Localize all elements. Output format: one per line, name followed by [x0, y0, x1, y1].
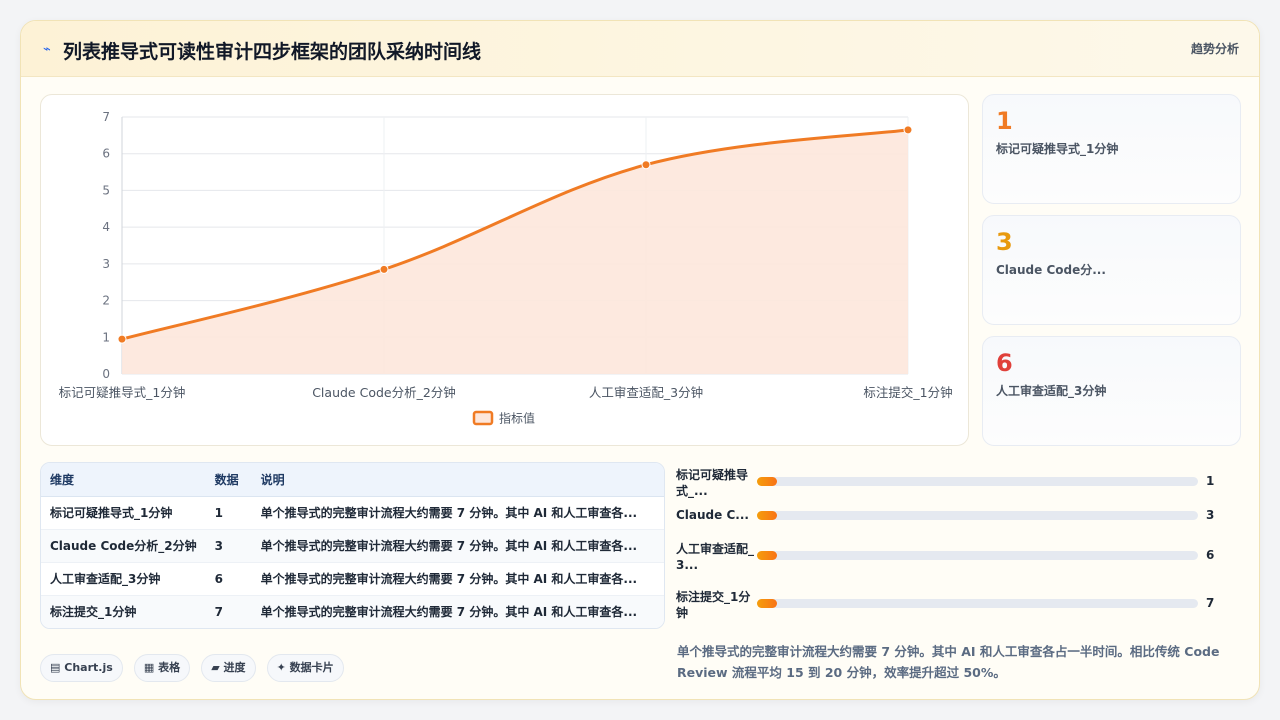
table-row: 标注提交_1分钟 7 单个推导式的完整审计流程大约需要 7 分钟。其中 AI 和…: [41, 595, 664, 628]
area-fill: [122, 129, 908, 374]
progress-label: 人工审查适配_3...: [676, 542, 755, 572]
y-tick-label: 2: [102, 294, 110, 308]
legend-swatch: [472, 410, 494, 426]
table-cell-dimension: 标注提交_1分钟: [41, 595, 206, 628]
stat-label: 标记可疑推导式_1分钟: [996, 142, 1119, 156]
chip-label: 数据卡片: [289, 661, 334, 674]
stat-value: 6: [996, 349, 1013, 377]
y-tick-label: 6: [102, 147, 110, 161]
y-tick-label: 3: [102, 257, 110, 271]
data-table: 维度 数据 说明 标记可疑推导式_1分钟 1 单个推导式的完整审计流程大约需要 …: [41, 463, 664, 628]
page-title: 列表推导式可读性审计四步框架的团队采纳时间线: [63, 41, 482, 63]
data-point: [379, 264, 389, 274]
analysis-tag: 趋势分析: [1190, 42, 1239, 56]
progress-fill: [757, 477, 777, 486]
x-tick-label: 标记可疑推导式_1分钟: [59, 385, 186, 400]
table-cell-dimension: Claude Code分析_2分钟: [41, 529, 206, 563]
chip-label: 表格: [158, 661, 181, 674]
progress-row: Claude C... 3: [676, 507, 1241, 543]
progress-value: 6: [1206, 548, 1215, 562]
header-bar: ⌁ 列表推导式可读性审计四步框架的团队采纳时间线 趋势分析: [21, 21, 1259, 77]
progress-fill: [757, 551, 777, 560]
legend-label: 指标值: [499, 411, 535, 426]
progress-value: 7: [1206, 596, 1215, 610]
data-point: [903, 125, 913, 135]
progress-label: 标注提交_1分钟: [676, 590, 751, 620]
x-tick-label: 标注提交_1分钟: [863, 385, 952, 400]
chip-list: ▤ Chart.js ▦ 表格 ▰ 进度 ✦ 数据卡片: [40, 654, 350, 682]
chart-card: 0 1 2 3 4 5 6 7 标记可疑推导式_1分钟 Claude Code分析_2分钟 人工审查…: [40, 94, 969, 446]
data-table-card: 维度 数据 说明 标记可疑推导式_1分钟 1 单个推导式的完整审计流程大约需要 …: [40, 462, 665, 629]
y-tick-label: 7: [102, 110, 110, 124]
table-header-row: 维度 数据 说明: [41, 463, 664, 497]
table-cell-dimension: 标记可疑推导式_1分钟: [41, 496, 206, 530]
progress-list: 标记可疑推导式_... 1 Claude C... 3 人工审查适配_3... …: [676, 465, 1241, 635]
table-cell-value: 1: [205, 496, 252, 530]
stat-label: Claude Code分...: [996, 263, 1106, 277]
chip-progress[interactable]: ▰ 进度: [201, 654, 256, 682]
data-point: [117, 334, 127, 344]
progress-track: [757, 551, 1198, 560]
y-tick-label: 5: [102, 183, 110, 197]
progress-icon: ▰: [211, 661, 220, 674]
progress-track: [757, 477, 1198, 486]
sparkle-icon: ✦: [276, 661, 286, 674]
chip-label: 进度: [223, 661, 246, 674]
progress-row: 标注提交_1分钟 7: [676, 587, 1241, 623]
chip-table[interactable]: ▦ 表格: [133, 654, 191, 682]
progress-fill: [757, 511, 777, 520]
dashboard-panel: ⌁ 列表推导式可读性审计四步框架的团队采纳时间线 趋势分析 0 1 2 3 4 5 6 7 标记…: [20, 20, 1260, 700]
x-tick-label: 人工审查适配_3分钟: [589, 385, 703, 400]
progress-row: 人工审查适配_3... 6: [676, 539, 1241, 575]
stat-card: 3 Claude Code分...: [982, 215, 1241, 325]
table-row: Claude Code分析_2分钟 3 单个推导式的完整审计流程大约需要 7 分…: [41, 529, 664, 563]
x-tick-label: Claude Code分析_2分钟: [312, 385, 456, 400]
chip-data-card[interactable]: ✦ 数据卡片: [266, 654, 344, 682]
column-header: 数据: [205, 463, 252, 497]
stat-label: 人工审查适配_3分钟: [996, 384, 1107, 398]
progress-label: 标记可疑推导式_...: [676, 468, 749, 498]
table-cell-dimension: 人工审查适配_3分钟: [41, 562, 206, 596]
table-cell-description: 单个推导式的完整审计流程大约需要 7 分钟。其中 AI 和人工审查各...: [251, 496, 664, 530]
table-icon: ▦: [143, 661, 155, 674]
data-point: [641, 160, 651, 170]
table-cell-value: 6: [205, 562, 252, 596]
stat-card: 6 人工审查适配_3分钟: [982, 336, 1241, 446]
progress-track: [757, 511, 1198, 520]
stat-value: 3: [996, 228, 1013, 256]
table-cell-value: 3: [205, 529, 252, 563]
table-cell-value: 7: [205, 595, 252, 628]
progress-track: [757, 599, 1198, 608]
progress-value: 3: [1206, 508, 1215, 522]
table-cell-description: 单个推导式的完整审计流程大约需要 7 分钟。其中 AI 和人工审查各...: [251, 562, 664, 596]
trend-line-icon: ⌁: [43, 42, 51, 57]
chip-label: Chart.js: [64, 661, 113, 674]
chart-icon: ▤: [50, 661, 61, 674]
table-row: 人工审查适配_3分钟 6 单个推导式的完整审计流程大约需要 7 分钟。其中 AI…: [41, 562, 664, 596]
stat-card: 1 标记可疑推导式_1分钟: [982, 94, 1241, 204]
column-header: 维度: [41, 463, 206, 497]
progress-row: 标记可疑推导式_... 1: [676, 465, 1241, 501]
stat-value: 1: [996, 107, 1013, 135]
area-chart: 0 1 2 3 4 5 6 7 标记可疑推导式_1分钟 Claude Code分析_2分钟 人工审查…: [59, 110, 953, 426]
y-tick-label: 0: [102, 367, 110, 381]
table-cell-description: 单个推导式的完整审计流程大约需要 7 分钟。其中 AI 和人工审查各...: [251, 595, 664, 628]
progress-label: Claude C...: [676, 508, 749, 522]
chip-chartjs[interactable]: ▤ Chart.js: [40, 654, 123, 682]
column-header: 说明: [251, 463, 664, 497]
y-tick-label: 4: [102, 220, 110, 234]
summary-note: 单个推导式的完整审计流程大约需要 7 分钟。其中 AI 和人工审查各占一半时间。…: [677, 644, 1220, 680]
progress-fill: [757, 599, 777, 608]
table-row: 标记可疑推导式_1分钟 1 单个推导式的完整审计流程大约需要 7 分钟。其中 A…: [41, 496, 664, 530]
table-cell-description: 单个推导式的完整审计流程大约需要 7 分钟。其中 AI 和人工审查各...: [251, 529, 664, 563]
progress-value: 1: [1206, 474, 1215, 488]
y-tick-label: 1: [102, 330, 110, 344]
